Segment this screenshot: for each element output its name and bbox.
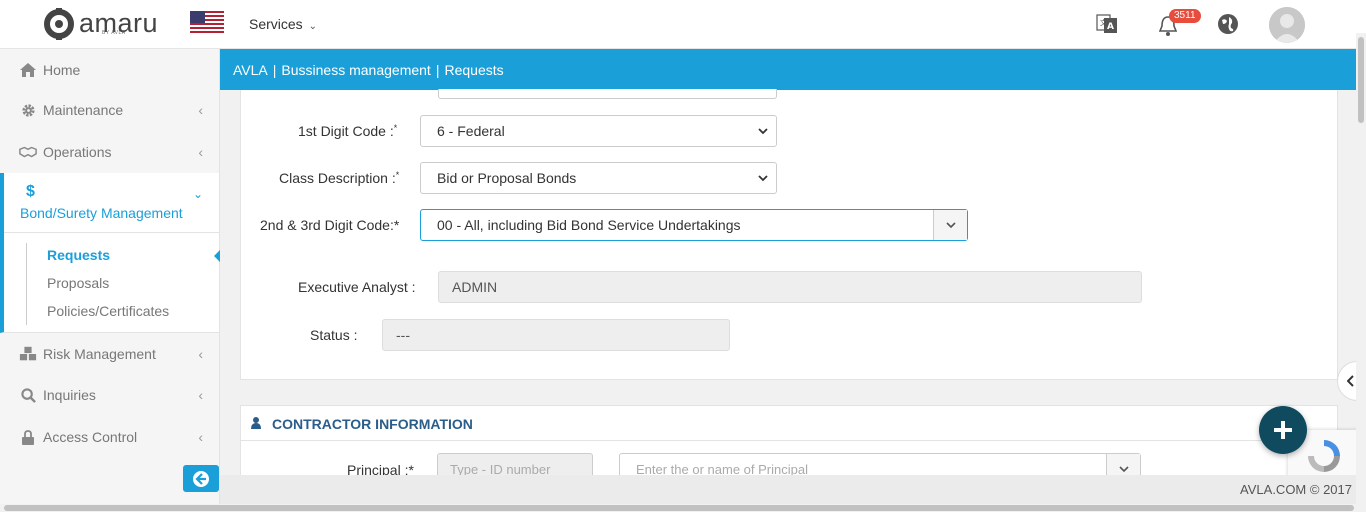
amaru-logo[interactable]: amaru <box>43 8 158 40</box>
scrollbar-thumb[interactable] <box>4 505 1354 511</box>
breadcrumb-item[interactable]: Requests <box>444 62 503 78</box>
services-label: Services <box>249 16 303 32</box>
second-digit-label: 2nd & 3rd Digit Code:* <box>260 217 400 233</box>
submenu-divider <box>26 243 27 325</box>
first-digit-label: 1st Digit Code :* <box>298 123 397 139</box>
dollar-icon: $ <box>26 183 35 200</box>
chevron-down-icon <box>1118 466 1129 473</box>
sidebar-item-inquiries[interactable]: Inquiries ‹ <box>0 374 219 416</box>
scrollbar-thumb[interactable] <box>1358 37 1364 123</box>
sidebar-item-label: Operations <box>43 144 112 160</box>
sidebar-item-home[interactable]: Home <box>0 49 219 91</box>
class-description-value: Bid or Proposal Bonds <box>437 170 577 186</box>
sidebar-collapse-button[interactable] <box>183 465 219 492</box>
breadcrumb-separator: | <box>435 61 440 78</box>
bond-surety-section: $ Bond/Surety Management ⌄ Requests Prop… <box>0 173 220 333</box>
chevron-left-icon: ‹ <box>198 102 203 118</box>
chevron-down-icon <box>945 222 956 229</box>
svg-text:A: A <box>1107 22 1114 32</box>
plus-icon <box>1274 421 1292 439</box>
sidebar-item-label: Home <box>43 62 81 78</box>
sidebar-item-access-control[interactable]: Access Control ‹ <box>0 416 219 458</box>
lock-icon <box>19 429 37 445</box>
section-title: CONTRACTOR INFORMATION <box>272 416 473 432</box>
notification-badge: 3511 <box>1169 9 1201 23</box>
user-icon <box>251 417 261 429</box>
class-description-label: Class Description :* <box>279 170 399 186</box>
sidebar-item-risk-management[interactable]: Risk Management ‹ <box>0 333 219 375</box>
second-digit-select[interactable]: 00 - All, including Bid Bond Service Und… <box>420 209 968 241</box>
second-digit-value: 00 - All, including Bid Bond Service Und… <box>437 217 741 233</box>
section-divider <box>241 440 1337 441</box>
horizontal-scrollbar[interactable] <box>0 504 1366 512</box>
active-indicator <box>214 250 220 262</box>
top-navbar: amaru BY AVLA Services ⌄ 文 A 3511 <box>0 0 1366 49</box>
user-silhouette-icon <box>1269 7 1305 43</box>
logo-mark-icon <box>44 8 74 40</box>
user-avatar[interactable] <box>1269 7 1305 43</box>
chevron-down-icon <box>758 124 768 138</box>
sidebar-item-maintenance[interactable]: Maintenance ‹ <box>0 89 219 131</box>
sidebar: Home Maintenance ‹ Operations ‹ $ Bond/S… <box>0 49 220 504</box>
arrow-left-circle-icon <box>193 470 209 487</box>
services-dropdown[interactable]: Services ⌄ <box>249 16 317 32</box>
cubes-icon <box>19 346 37 362</box>
sidebar-item-label: Bond/Surety Management <box>20 205 183 221</box>
translate-icon[interactable]: 文 A <box>1095 12 1119 36</box>
chevron-down-icon <box>758 171 768 185</box>
dropdown-toggle[interactable] <box>933 210 967 240</box>
executive-analyst-label: Executive Analyst : <box>298 279 416 295</box>
breadcrumb: AVLA | Bussiness management | Requests <box>220 49 1356 90</box>
sidebar-item-label: Maintenance <box>43 102 124 118</box>
breadcrumb-item[interactable]: AVLA <box>233 62 268 78</box>
sidebar-item-label: Access Control <box>43 429 138 445</box>
required-mark: * <box>393 123 398 133</box>
chevron-left-icon: ‹ <box>198 429 203 445</box>
chevron-left-icon: ‹ <box>198 387 203 403</box>
sidebar-item-label: Inquiries <box>43 387 96 403</box>
chevron-left-icon <box>1347 375 1354 387</box>
sidebar-subitem-policies-certificates[interactable]: Policies/Certificates <box>47 303 169 319</box>
class-description-select[interactable]: Bid or Proposal Bonds <box>420 162 777 194</box>
vertical-scrollbar[interactable] <box>1356 33 1366 505</box>
home-icon <box>19 63 37 77</box>
add-fab-button[interactable] <box>1259 406 1307 454</box>
previous-field-partial[interactable] <box>438 89 777 99</box>
svg-text:文: 文 <box>1100 18 1107 27</box>
chevron-down-icon: ⌄ <box>192 187 203 201</box>
status-label: Status : <box>310 327 358 343</box>
handshake-icon <box>19 145 37 159</box>
chevron-left-icon: ‹ <box>198 346 203 362</box>
first-digit-value: 6 - Federal <box>437 123 505 139</box>
us-flag-icon[interactable] <box>190 11 224 35</box>
class-description-label-text: Class Description : <box>279 170 396 186</box>
required-mark: * <box>395 170 400 180</box>
request-form-panel: 1st Digit Code :* 6 - Federal Class Desc… <box>240 89 1338 380</box>
globe-icon[interactable] <box>1216 12 1240 36</box>
sidebar-subitem-requests[interactable]: Requests <box>47 247 110 263</box>
executive-analyst-field: ADMIN <box>438 271 1142 303</box>
breadcrumb-item[interactable]: Bussiness management <box>281 62 430 78</box>
sidebar-subitem-proposals[interactable]: Proposals <box>47 275 109 291</box>
first-digit-select[interactable]: 6 - Federal <box>420 115 777 147</box>
logo-subtitle: BY AVLA <box>102 30 126 36</box>
first-digit-label-text: 1st Digit Code : <box>298 123 394 139</box>
chevron-left-icon: ‹ <box>198 144 203 160</box>
chevron-down-icon: ⌄ <box>308 21 317 32</box>
status-field: --- <box>382 319 730 351</box>
breadcrumb-separator: | <box>272 61 277 78</box>
search-icon <box>19 387 37 403</box>
sidebar-item-bond-surety[interactable]: $ Bond/Surety Management ⌄ <box>4 173 219 233</box>
recaptcha-icon <box>1308 440 1340 472</box>
footer: AVLA.COM © 2017 <box>220 475 1356 505</box>
sidebar-item-label: Risk Management <box>43 346 156 362</box>
sidebar-item-operations[interactable]: Operations ‹ <box>0 131 219 173</box>
gear-icon <box>19 103 37 118</box>
